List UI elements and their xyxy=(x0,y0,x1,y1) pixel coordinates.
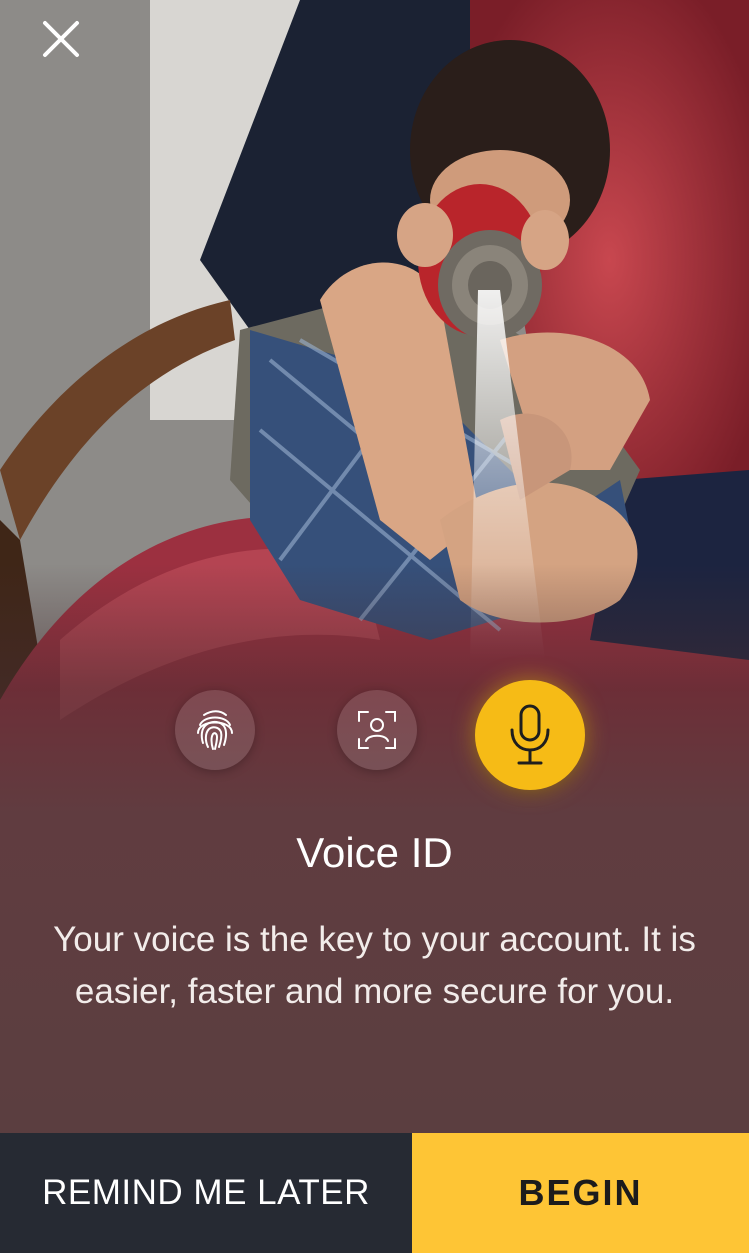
page-title: Voice ID xyxy=(296,829,453,876)
remind-me-later-button[interactable]: REMIND ME LATER xyxy=(0,1133,412,1253)
description-text: Your voice is the key to your account. I… xyxy=(53,920,696,1011)
microphone-icon xyxy=(510,704,550,765)
face-id-option[interactable] xyxy=(337,690,417,770)
close-icon xyxy=(43,21,79,57)
fingerprint-icon xyxy=(197,710,233,750)
face-scan-icon xyxy=(358,711,396,749)
auth-method-selector xyxy=(0,680,749,790)
voice-id-screen: Voice ID Your voice is the key to your a… xyxy=(0,0,749,1253)
action-bar: REMIND ME LATER BEGIN xyxy=(0,1133,749,1253)
fingerprint-option[interactable] xyxy=(175,690,255,770)
bottom-gradient-overlay xyxy=(0,0,749,1253)
begin-button[interactable]: BEGIN xyxy=(412,1133,749,1253)
voice-id-option[interactable] xyxy=(475,680,585,790)
close-button[interactable] xyxy=(38,16,84,62)
